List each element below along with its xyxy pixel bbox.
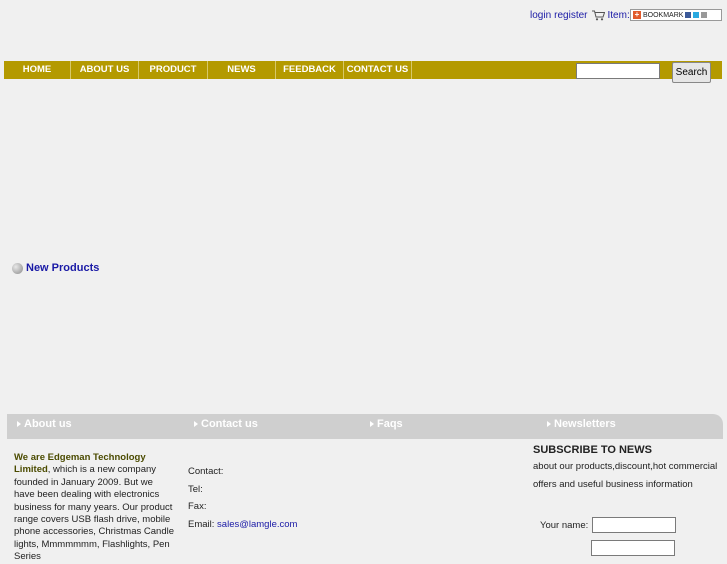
cart-label: Item: — [607, 10, 630, 21]
bullet-icon — [12, 262, 23, 274]
arrow-right-icon — [370, 421, 374, 427]
email-link[interactable]: sales@lamgle.com — [217, 519, 297, 530]
name-row: Your name: — [540, 517, 677, 533]
arrow-right-icon — [17, 421, 21, 427]
fax-label: Fax: — [188, 501, 207, 513]
new-products-title: New Products — [26, 262, 100, 274]
subscribe-heading: SUBSCRIBE TO NEWS — [533, 444, 652, 456]
twitter-icon — [693, 12, 700, 18]
email-row: Email: sales@lamgle.com — [188, 516, 297, 534]
new-products-heading: New Products — [12, 262, 99, 274]
facebook-icon — [685, 12, 692, 18]
nav-feedback[interactable]: FEEDBACK — [276, 61, 344, 79]
footer-tab-bar: About us Contact us Faqs Newsletters — [7, 414, 723, 439]
shopping-cart-icon[interactable] — [591, 10, 605, 21]
more-icon — [701, 12, 708, 18]
nav-about-us[interactable]: ABOUT US — [71, 61, 139, 79]
nav-news[interactable]: NEWS — [208, 61, 276, 79]
bookmark-label: BOOKMARK — [643, 11, 684, 19]
nav-product[interactable]: PRODUCT — [139, 61, 208, 79]
footer-tab-newsletters[interactable]: Newsletters — [547, 418, 616, 430]
search-input[interactable] — [576, 63, 660, 79]
contact-info: Contact: Tel: Fax: Email: sales@lamgle.c… — [188, 463, 297, 534]
register-link[interactable]: register — [554, 10, 587, 21]
footer-tab-label: Faqs — [377, 418, 403, 430]
login-link[interactable]: login — [530, 10, 551, 21]
email-input[interactable] — [591, 540, 675, 556]
tel-label: Tel: — [188, 483, 203, 495]
about-description: , which is a new company founded in Janu… — [14, 464, 174, 563]
top-links: login register Item:0 — [530, 10, 635, 21]
about-text: We are Edgeman Technology Limited, which… — [14, 452, 176, 564]
arrow-right-icon — [547, 421, 551, 427]
footer-tab-about-us[interactable]: About us — [17, 418, 72, 430]
contact-label: Contact: — [188, 466, 224, 477]
footer-tab-faqs[interactable]: Faqs — [370, 418, 403, 430]
footer-tab-label: About us — [24, 418, 72, 430]
name-label: Your name: — [540, 519, 589, 531]
subscribe-description: about our products,discount,hot commerci… — [533, 461, 718, 490]
bookmark-button[interactable]: + BOOKMARK — [630, 9, 722, 21]
footer-tab-label: Newsletters — [554, 418, 616, 430]
email-label: Email: — [188, 519, 215, 531]
newsletter-section: SUBSCRIBE TO NEWS about our products,dis… — [533, 443, 723, 556]
plus-icon: + — [633, 10, 641, 19]
search-button[interactable]: Search — [672, 62, 711, 83]
nav-contact-us[interactable]: CONTACT US — [344, 61, 412, 79]
name-input[interactable] — [592, 517, 677, 533]
footer-tab-contact-us[interactable]: Contact us — [194, 418, 258, 430]
footer-tab-label: Contact us — [201, 418, 258, 430]
arrow-right-icon — [194, 421, 198, 427]
nav-home[interactable]: HOME — [4, 61, 71, 79]
